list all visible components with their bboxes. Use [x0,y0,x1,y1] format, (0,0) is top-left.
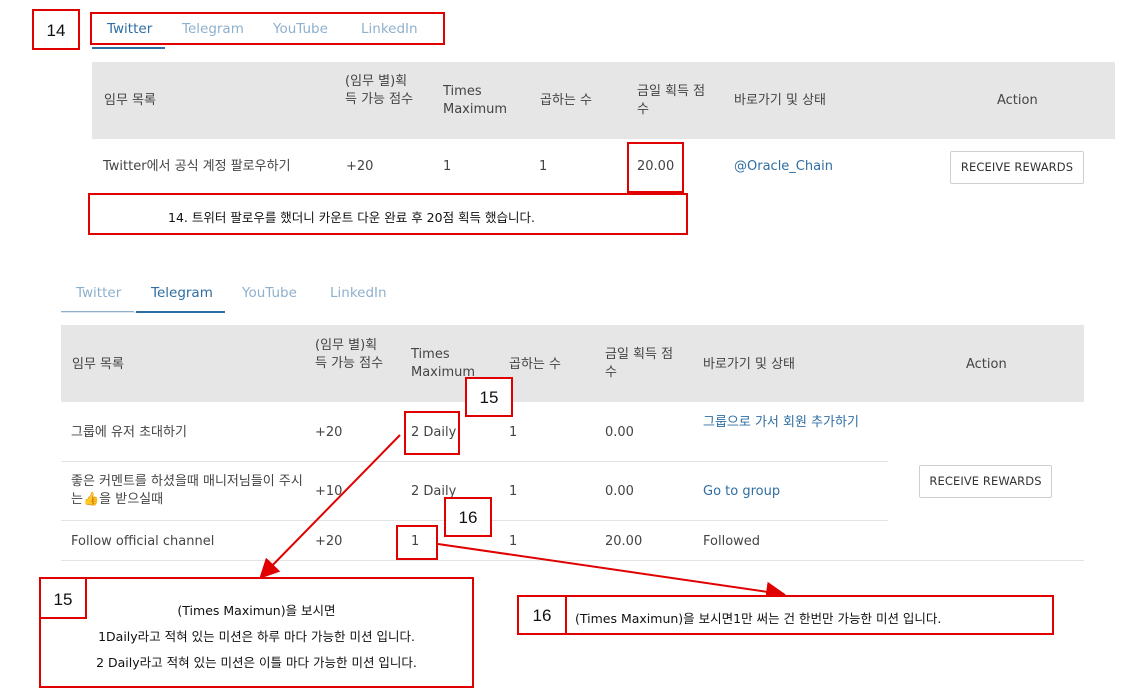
header-shortcut: 바로가기 및 상태 [734,93,826,108]
annotation-number-14: 14 [46,21,66,40]
header-task-2: 임무 목록 [72,357,124,372]
table-header-2 [61,325,1084,402]
annotation-number-15b: 15 [53,590,73,609]
times-one-highlight-box [396,525,438,560]
annotation-note-16-box: 16 (Times Maximun)을 보시면1만 써는 건 한번만 가능한 미… [517,595,1054,635]
row2-today: 0.00 [605,484,634,499]
active-tab-indicator-2 [136,311,225,313]
tab-telegram-2[interactable]: Telegram [151,285,213,301]
tab-youtube-2[interactable]: YouTube [242,285,297,301]
header-times: Times Maximum [443,84,508,117]
header-shortcut-2: 바로가기 및 상태 [703,357,795,372]
header-multiplier: 곱하는 수 [540,93,592,108]
header-points: (임무 별)획득 가능 점수 [345,74,414,107]
row1-task: 그룹에 유저 초대하기 [71,425,187,440]
annotation-box-16: 16 [444,497,492,537]
table-header [92,62,1115,139]
header-action-2: Action [966,357,1007,372]
annotation-note-16: (Times Maximun)을 보시면1만 써는 건 한번만 가능한 미션 입… [575,611,942,626]
row1-points: +20 [315,425,343,440]
annotation-note-15-line3: 2 Daily라고 적혀 있는 미션은 이틀 마다 가능한 미션 입니다. [96,655,417,670]
row2-task: 좋은 커멘트를 하셨을때 매니저님들이 주시는👍을 받으실때 [71,474,303,507]
row3-task: Follow official channel [71,534,215,549]
row3-today: 20.00 [605,534,643,549]
header-points-2: (임무 별)획득 가능 점수 [315,338,384,371]
today-points-highlight-box [627,142,684,193]
annotation-note-14: 14. 트위터 팔로우를 했더니 카운트 다운 완료 후 20점 획득 했습니다… [168,210,535,225]
row2-points: +10 [315,484,343,499]
row1-multiplier: 1 [509,425,518,440]
row3-status: Followed [703,534,761,549]
divider [565,597,567,633]
oracle-chain-link[interactable]: @Oracle_Chain [734,158,833,176]
go-to-group-link[interactable]: Go to group [703,483,780,501]
tab-twitter-2[interactable]: Twitter [76,285,121,301]
row3-points: +20 [315,534,343,549]
receive-rewards-button[interactable]: RECEIVE REWARDS [950,151,1084,184]
active-tab-indicator [92,47,165,49]
receive-rewards-button-2[interactable]: RECEIVE REWARDS [919,465,1052,498]
header-multiplier-2: 곱하는 수 [509,357,561,372]
header-action: Action [997,93,1038,108]
row-divider [61,461,888,462]
add-member-link[interactable]: 그룹으로 가서 회원 추가하기 [703,414,875,432]
annotation-box-15b: 15 [39,577,87,619]
annotation-number-15: 15 [479,388,499,407]
tabs-highlight-box [90,12,445,45]
header-task: 임무 목록 [104,93,156,108]
annotation-box-15: 15 [465,377,513,417]
row-times: 1 [443,159,452,174]
header-today-2: 금일 획득 점수 [605,347,674,380]
inactive-tab-line [61,311,134,312]
annotation-number-16b: 16 [532,606,552,625]
annotation-note-14-box: 14. 트위터 팔로우를 했더니 카운트 다운 완료 후 20점 획득 했습니다… [88,193,688,235]
annotation-note-15-line1: (Times Maximun)을 보시면 [177,603,336,618]
header-today: 금일 획득 점수 [637,84,706,117]
annotation-box-14: 14 [32,9,80,50]
row-multiplier: 1 [539,159,548,174]
row3-multiplier: 1 [509,534,518,549]
tab-linkedin-2[interactable]: LinkedIn [330,285,387,301]
times-daily-highlight-box [404,411,460,455]
row2-multiplier: 1 [509,484,518,499]
table-bottom-line [61,560,1084,561]
annotation-note-15-line2: 1Daily라고 적혀 있는 미션은 하루 마다 가능한 미션 입니다. [98,629,415,644]
row-points: +20 [346,159,374,174]
row1-today: 0.00 [605,425,634,440]
row-task: Twitter에서 공식 계정 팔로우하기 [103,159,291,174]
annotation-note-15-box: (Times Maximun)을 보시면 1Daily라고 적혀 있는 미션은 … [39,577,474,688]
annotation-number-16: 16 [458,508,478,527]
